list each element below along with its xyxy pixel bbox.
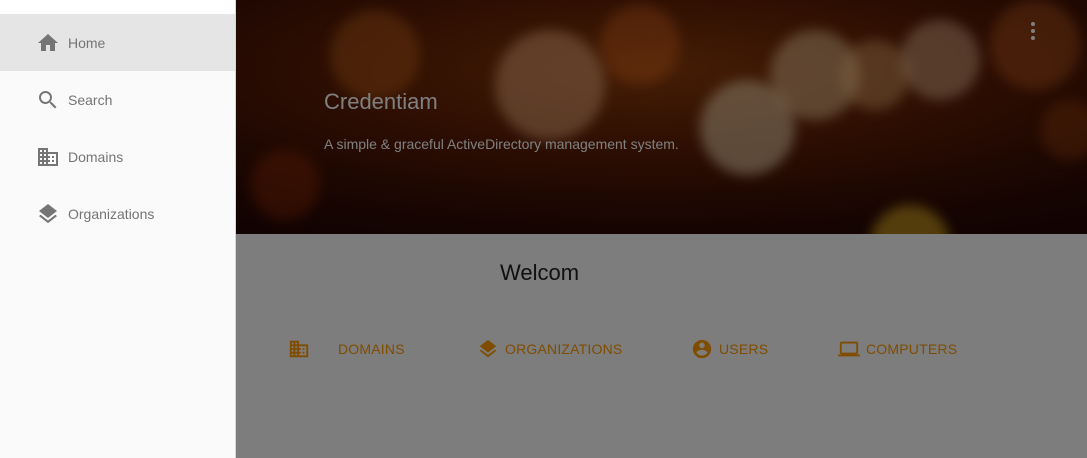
nav-item-label: Search	[68, 91, 113, 108]
home-icon	[38, 33, 58, 51]
drawer-top-strip	[0, 0, 235, 14]
nav-item-label: Domains	[68, 148, 124, 165]
nav-item-label: Home	[68, 34, 106, 51]
nav-item-search[interactable]: Search	[0, 71, 235, 128]
nav-item-label: Organizations	[68, 205, 155, 222]
layers-icon	[39, 203, 57, 223]
search-icon	[39, 90, 57, 108]
nav-item-domains[interactable]: Domains	[0, 128, 235, 185]
navigation-drawer: Home Search Domains Organizations	[0, 0, 236, 458]
nav-item-home[interactable]: Home	[0, 14, 235, 71]
domain-icon	[38, 147, 58, 166]
nav-item-organizations[interactable]: Organizations	[0, 185, 235, 242]
